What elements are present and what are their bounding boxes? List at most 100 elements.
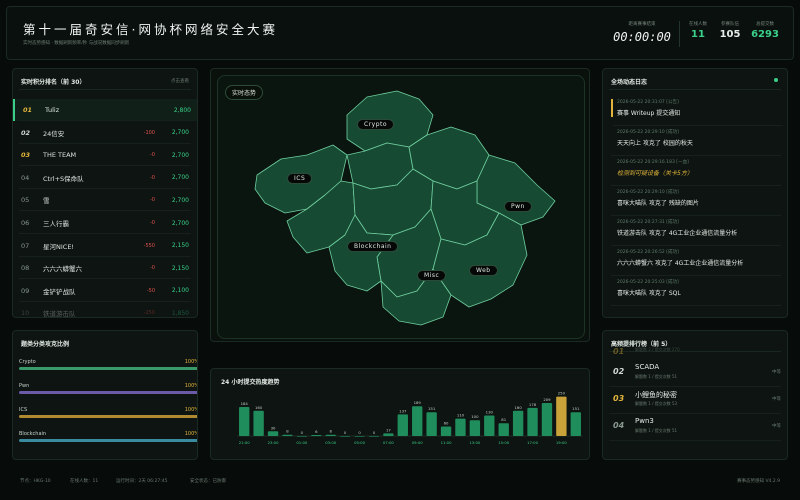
ranking-list: 01 Tuliz 2,800 02 24信安 -100 2,700 03 THE TEAM -0 2… <box>13 99 197 317</box>
map-label-pwn[interactable]: Pwn <box>504 201 532 212</box>
challenge-difficulty: 中等 <box>772 370 781 375</box>
chart-x-tick: 21:00 <box>239 440 251 445</box>
ranking-panel: 实时积分排名（前 30） 点击查看 01 Tuliz 2,800 02 24信安 -100… <box>12 68 198 318</box>
ranking-row[interactable]: 09 金铲铲战队 -50 2,100 <box>13 280 195 302</box>
chart-bar[interactable] <box>325 434 336 436</box>
feed-divider <box>611 155 781 156</box>
category-name: Pwn <box>19 383 30 389</box>
challenge-row[interactable]: 02 SCADA 解题数 1 / 提交次数 51 中等 <box>609 361 781 387</box>
chart-bar[interactable] <box>512 410 524 436</box>
chart-bar[interactable] <box>397 414 408 436</box>
feed-entry[interactable]: 2026-05-22 20:29:10 [成功] 天天向上 攻克了 校园的秋天 <box>611 129 787 156</box>
chart-data-label: 160 <box>514 405 522 410</box>
ranking-team-name: Tuliz <box>45 106 60 114</box>
ranking-rank: 07 <box>21 241 30 250</box>
footer-security: 安全状态：已防御 <box>190 479 226 484</box>
ranking-row[interactable]: 04 Ctrl+S保命队 -0 2,700 <box>13 167 195 189</box>
chart-bar[interactable] <box>282 434 293 436</box>
chart-bar[interactable] <box>484 415 495 437</box>
challenge-name: SCADA <box>635 363 660 371</box>
map-label-crypto[interactable]: Crypto <box>357 119 395 130</box>
ranking-rank: 08 <box>21 264 30 273</box>
chart-bar[interactable] <box>440 426 452 436</box>
chart-bar[interactable] <box>556 396 567 436</box>
ranking-score: 2,700 <box>171 129 189 137</box>
ranking-row[interactable]: 10 铁道游击队 -250 1,850 <box>13 302 195 317</box>
feed-entry-time: 2026-05-22 20:25:03 [成功] <box>617 280 679 285</box>
feed-divider <box>611 245 781 246</box>
challenge-divider <box>609 440 781 441</box>
challenge-divider <box>609 386 781 387</box>
chart-bar[interactable] <box>541 403 553 436</box>
chart-bar[interactable] <box>527 407 538 436</box>
chart-bar[interactable] <box>570 412 581 436</box>
chart-x-tick: 03:00 <box>325 440 337 445</box>
map-label-web[interactable]: Web <box>469 265 498 276</box>
ranking-row[interactable]: 03 THE TEAM -0 2,700 <box>13 144 195 167</box>
ranking-row[interactable]: 02 24信安 -100 2,700 <box>13 122 195 144</box>
map-label-blockchain[interactable]: Blockchain <box>347 241 399 252</box>
feed-entry-time: 2026-05-22 20:29:16.183 [一血] <box>617 160 689 165</box>
footer-version: 赛事态势感知 V4.2.9 <box>737 479 780 484</box>
map-label-misc[interactable]: Misc <box>417 270 447 281</box>
chart-bar[interactable] <box>354 436 365 437</box>
ranking-row[interactable]: 07 星河NICE! -550 2,150 <box>13 235 195 257</box>
ranking-row[interactable]: 06 三人行霸 -0 2,700 <box>13 212 195 234</box>
category-name: Crypto <box>19 359 36 365</box>
challenge-meta: 解题数 1 / 提交次数 51 <box>635 428 678 433</box>
ranking-team-name: THE TEAM <box>43 151 77 160</box>
chart-bar[interactable] <box>253 410 264 436</box>
chart-bar[interactable] <box>267 431 279 436</box>
ranking-score: 2,700 <box>171 196 189 204</box>
feed-entry-text: 喜咪大喵队 攻克了 残缺的图片 <box>617 200 699 207</box>
feed-entry-time: 2026-05-22 20:29:10 [成功] <box>617 190 679 195</box>
ranking-rank: 04 <box>21 173 30 182</box>
ranking-row[interactable]: 01 Tuliz 2,800 <box>13 99 197 121</box>
feed-entry[interactable]: 2026-05-22 20:25:03 [成功] 喜咪大喵队 攻克了 SQL <box>611 279 787 306</box>
ranking-hint[interactable]: 点击查看 <box>171 78 189 84</box>
trend-panel: 24 小时提交热度趋势 184 160 30 8 0 6 8 0 0 0 17 137 189 151 60… <box>210 368 590 460</box>
ranking-score: 2,700 <box>171 151 189 159</box>
ranking-row[interactable]: 05 雪 -0 2,700 <box>13 189 195 212</box>
category-list: Crypto 100% Pwn 100% ICS 100% Blockchain 100% <box>13 355 197 459</box>
chart-bar[interactable] <box>368 436 380 437</box>
chart-bar[interactable] <box>469 420 481 436</box>
feed-list: 2026-05-22 20:31:07 [公告] 赛事 Writeup 提交通知 2… <box>603 99 787 317</box>
chart-bar[interactable] <box>296 436 308 437</box>
ranking-rank: 03 <box>21 151 31 160</box>
ranking-delta: -50 <box>146 287 155 294</box>
feed-entry[interactable]: 2026-05-22 20:31:07 [公告] 赛事 Writeup 提交通知 <box>611 99 787 126</box>
feed-entry[interactable]: 2026-05-22 20:29:10 [成功] 喜咪大喵队 攻克了 残缺的图片 <box>611 189 787 216</box>
page-title: 第十一届奇安信·网协杯网络安全大赛 <box>23 22 278 37</box>
chart-bar[interactable] <box>339 436 351 437</box>
chart-x-tick: 17:00 <box>527 440 539 445</box>
challenge-row[interactable]: 04 Pwn3 解题数 1 / 提交次数 51 中等 <box>609 415 781 441</box>
chart-data-label: 184 <box>241 401 249 406</box>
feed-entry[interactable]: 2026-05-22 20:26:52 [成功] 六六六蟒蟹六 攻克了 4G工业企… <box>611 249 787 276</box>
chart-bar[interactable] <box>311 435 322 436</box>
countdown-label: 距离赛事结束 <box>628 22 656 27</box>
ranking-row[interactable]: 08 六六六蟒蟹六 -0 2,150 <box>13 257 195 280</box>
footer-uptime: 运行时间：2天 06:27:45 <box>116 479 168 484</box>
chart-bar[interactable] <box>426 412 437 436</box>
chart-bar[interactable] <box>383 433 394 436</box>
live-indicator-icon <box>774 78 778 82</box>
category-progress-bar <box>19 439 197 442</box>
feed-divider <box>611 215 781 216</box>
chart-data-label: 0 <box>301 430 304 435</box>
feed-entry[interactable]: 2026-05-22 20:27:31 [成功] 铁道游击队 攻克了 4G工业企业… <box>611 219 787 246</box>
feed-entry[interactable]: 2026-05-22 20:29:16.183 [一血] 检测到可疑设备（关卡5方… <box>611 159 787 186</box>
challenge-rank: 01 <box>613 347 625 356</box>
ranking-rank: 09 <box>21 286 30 295</box>
chart-bar[interactable] <box>412 406 423 436</box>
feed-entry-text: 赛事 Writeup 提交通知 <box>617 110 681 117</box>
category-progress-bar <box>19 415 197 418</box>
chart-bar[interactable] <box>498 423 509 436</box>
chart-bar[interactable] <box>239 406 250 436</box>
challenge-row[interactable]: 03 小鲤鱼的秘密 解题数 1 / 提交次数 53 中等 <box>609 388 781 414</box>
chart-bar[interactable] <box>455 418 466 436</box>
chart-data-label: 0 <box>373 430 376 435</box>
map-label-ics[interactable]: ICS <box>287 173 313 184</box>
category-row: Crypto 100% <box>19 359 197 370</box>
chart-data-label: 151 <box>572 406 580 411</box>
